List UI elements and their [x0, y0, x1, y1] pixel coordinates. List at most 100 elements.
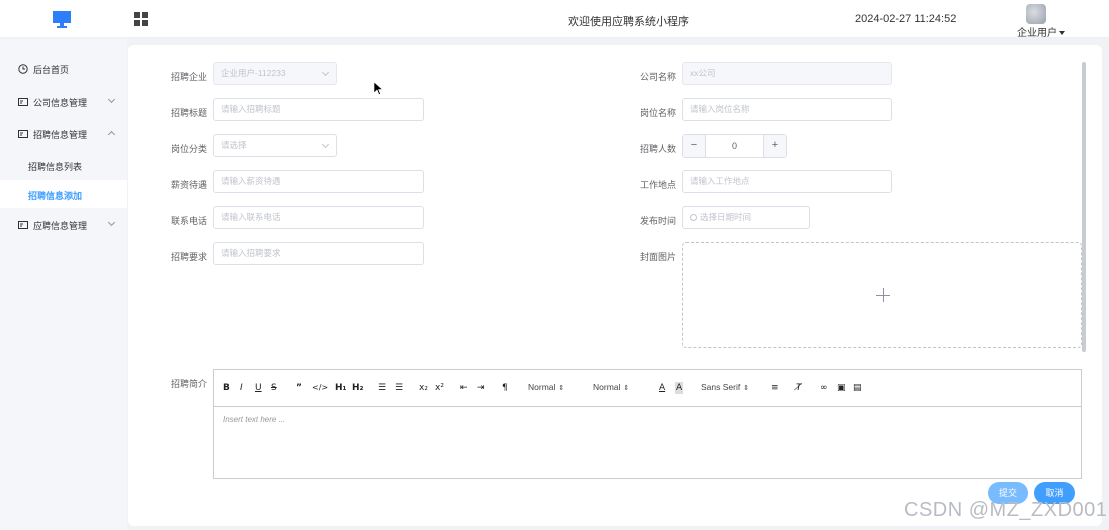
plus-icon [883, 288, 884, 302]
clock-icon [18, 64, 28, 74]
increment-button[interactable]: + [763, 135, 786, 157]
heading-select[interactable]: Normal ⇕ [528, 382, 564, 392]
decrement-button[interactable]: − [683, 135, 706, 157]
bullet-list-icon[interactable]: ☰ [395, 382, 403, 394]
font-select-value: Sans Serif [701, 382, 741, 392]
chevron-down-icon [107, 218, 116, 227]
rich-text-editor: B I U S ” </> H₁ H₂ ☰ ☰ x₂ x² ⇤ ⇥ ¶ Norm… [213, 369, 1082, 479]
sidebar-item-label: 公司信息管理 [33, 97, 88, 108]
location-input[interactable]: 请输入工作地点 [682, 170, 892, 193]
sidebar-item-label: 应聘信息管理 [33, 220, 88, 231]
sidebar-subitem-recruitment-add[interactable]: 招聘信息添加 [0, 180, 127, 208]
background-color-icon[interactable]: A [675, 382, 684, 394]
font-select[interactable]: Sans Serif ⇕ [701, 382, 749, 392]
indent-icon[interactable]: ⇥ [477, 382, 485, 394]
mouse-cursor-icon [374, 82, 383, 95]
bold-icon[interactable]: B [223, 382, 230, 394]
heading-select-value: Normal [528, 382, 556, 392]
cover-image-uploader[interactable] [682, 242, 1082, 348]
publish-placeholder: 选择日期时间 [700, 212, 752, 222]
card-icon [18, 130, 28, 138]
requirement-label: 招聘要求 [170, 252, 207, 262]
image-icon[interactable]: ▣ [837, 382, 846, 394]
strike-icon[interactable]: S [271, 382, 277, 394]
headcount-label: 招聘人数 [639, 144, 676, 154]
updown-icon: ⇕ [558, 385, 565, 392]
editor-toolbar: B I U S ” </> H₁ H₂ ☰ ☰ x₂ x² ⇤ ⇥ ¶ Norm… [214, 370, 1081, 407]
company-value: 企业用户-112233 [221, 68, 286, 78]
title-label: 招聘标题 [170, 108, 207, 118]
underline-icon[interactable]: U [255, 382, 262, 394]
category-label: 岗位分类 [170, 144, 207, 154]
company-name-input: xx公司 [682, 62, 892, 85]
company-select: 企业用户-112233 [213, 62, 337, 85]
headcount-stepper: − 0 + [682, 134, 787, 158]
updown-icon: ⇕ [623, 385, 630, 392]
category-select[interactable]: 请选择 [213, 134, 337, 157]
italic-icon[interactable]: I [240, 382, 243, 394]
text-color-icon[interactable]: A [659, 382, 665, 394]
category-placeholder: 请选择 [221, 140, 247, 150]
card-icon [18, 221, 28, 229]
title-input[interactable]: 请输入招聘标题 [213, 98, 424, 121]
user-menu-dropdown[interactable]: 企业用户 [1017, 24, 1065, 39]
outdent-icon[interactable]: ⇤ [460, 382, 468, 394]
apps-grid-icon[interactable] [134, 12, 148, 26]
chevron-up-icon [107, 130, 116, 139]
header1-icon[interactable]: H₁ [335, 382, 346, 394]
sidebar-subitem-label: 招聘信息列表 [28, 162, 83, 172]
chevron-down-icon [321, 68, 330, 77]
top-header: 欢迎使用应聘系统小程序 2024-02-27 11:24:52 企业用户 [0, 0, 1109, 39]
avatar[interactable] [1026, 4, 1046, 24]
requirement-input[interactable]: 请输入招聘要求 [213, 242, 424, 265]
company-label: 招聘企业 [170, 72, 207, 82]
clear-format-icon[interactable]: T̸ [796, 382, 802, 394]
link-icon[interactable]: ∞ [820, 382, 828, 394]
sidebar-item-dashboard[interactable]: 后台首页 [0, 56, 127, 82]
chevron-down-icon [321, 140, 330, 149]
publish-datetime-picker[interactable]: 选择日期时间 [682, 206, 810, 229]
code-icon[interactable]: </> [312, 382, 328, 394]
monitor-logo-icon[interactable] [53, 11, 71, 28]
sidebar-subitem-label: 招聘信息添加 [28, 191, 83, 201]
align-icon[interactable]: ≡ [771, 382, 779, 394]
headcount-value[interactable]: 0 [706, 135, 763, 157]
salary-input[interactable]: 请输入薪资待遇 [213, 170, 424, 193]
card-icon [18, 98, 28, 106]
sidebar: 后台首页 公司信息管理 招聘信息管理 招聘信息列表 招聘信息添加 应聘信息管理 [0, 39, 127, 530]
size-select[interactable]: Normal ⇕ [593, 382, 629, 392]
phone-label: 联系电话 [170, 216, 207, 226]
app-title: 欢迎使用应聘系统小程序 [568, 16, 689, 28]
text-direction-icon[interactable]: ¶ [502, 382, 508, 394]
updown-icon: ⇕ [743, 385, 750, 392]
size-select-value: Normal [593, 382, 621, 392]
video-icon[interactable]: ▤ [853, 382, 862, 394]
sidebar-item-label: 后台首页 [33, 64, 70, 75]
ordered-list-icon[interactable]: ☰ [378, 382, 386, 394]
sidebar-item-recruitment[interactable]: 招聘信息管理 [0, 121, 127, 147]
subscript-icon[interactable]: x₂ [419, 382, 428, 394]
intro-label: 招聘简介 [170, 379, 207, 389]
sidebar-subitem-recruitment-list[interactable]: 招聘信息列表 [0, 151, 127, 179]
chevron-down-icon [107, 95, 116, 104]
company-name-label: 公司名称 [639, 72, 676, 82]
location-label: 工作地点 [639, 180, 676, 190]
clock-icon [690, 214, 697, 221]
position-label: 岗位名称 [639, 108, 676, 118]
user-menu-label: 企业用户 [1017, 28, 1057, 39]
editor-content[interactable]: Insert text here ... [223, 415, 285, 424]
current-datetime: 2024-02-27 11:24:52 [855, 13, 957, 25]
scrollbar[interactable] [1082, 62, 1086, 352]
sidebar-item-company-info[interactable]: 公司信息管理 [0, 89, 127, 115]
phone-input[interactable]: 请输入联系电话 [213, 206, 424, 229]
publish-label: 发布时间 [639, 216, 676, 226]
header2-icon[interactable]: H₂ [352, 382, 363, 394]
blockquote-icon[interactable]: ” [296, 382, 302, 394]
sidebar-item-applications[interactable]: 应聘信息管理 [0, 212, 127, 238]
caret-down-icon [1059, 31, 1065, 36]
position-input[interactable]: 请输入岗位名称 [682, 98, 892, 121]
sidebar-item-label: 招聘信息管理 [33, 129, 88, 140]
cover-label: 封面图片 [639, 252, 676, 262]
superscript-icon[interactable]: x² [435, 382, 444, 394]
watermark: CSDN @MZ_ZXD001 [904, 499, 1108, 521]
